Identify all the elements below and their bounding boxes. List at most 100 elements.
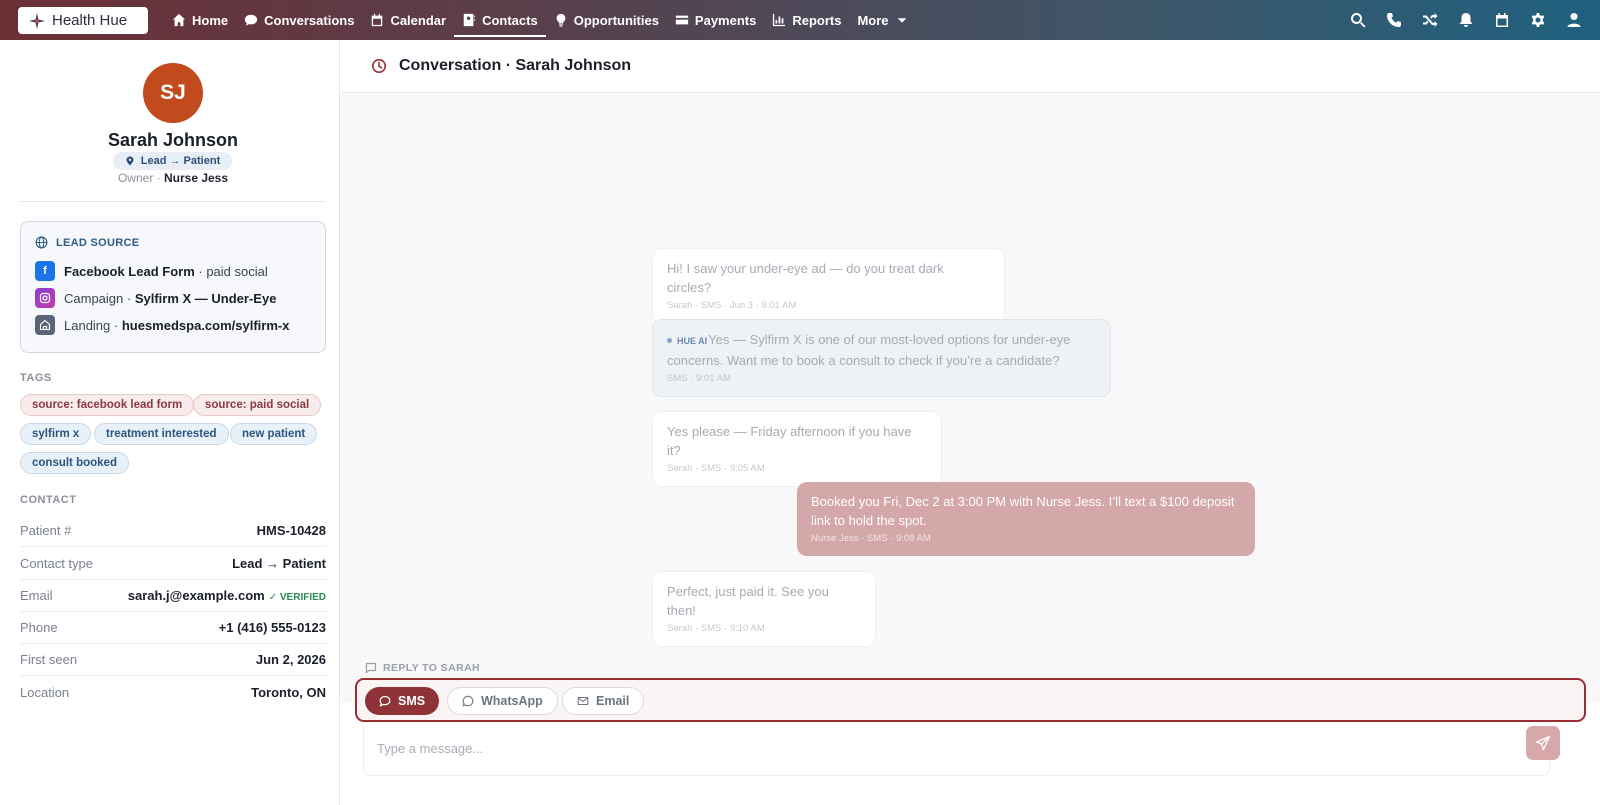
nav-conversations[interactable]: Conversations [236, 0, 362, 40]
nav-opportunities-label: Opportunities [573, 12, 659, 28]
tag[interactable]: sylfirm x [20, 423, 92, 445]
calendar-button[interactable] [1494, 12, 1510, 28]
notifications-button[interactable] [1458, 12, 1474, 28]
main-nav: Home Conversations Calendar Contacts Opp… [164, 0, 917, 40]
search-icon [1350, 13, 1366, 28]
bell-icon [1459, 13, 1473, 27]
nav-conversations-label: Conversations [264, 12, 355, 28]
globe-icon [35, 236, 48, 249]
nav-home-label: Home [192, 12, 229, 28]
contact-row-value[interactable]: sarah.j@example.com [128, 588, 265, 603]
campaign-text: Campaign · Sylfirm X — Under-Eye [64, 290, 277, 306]
nav-calendar[interactable]: Calendar [362, 0, 454, 40]
channel-email-button[interactable]: Email [562, 687, 645, 715]
ai-label: HUE AI [677, 336, 708, 346]
reply-label-text: REPLY TO SARAH [383, 662, 481, 674]
lightbulb-icon [556, 13, 566, 27]
message-text: Perfect, just paid it. See you then! [667, 584, 829, 618]
channel-label: WhatsApp [481, 694, 543, 708]
message-text: Yes — Sylfirm X is one of our most-loved… [667, 332, 1071, 368]
contact-row-label: Contact type [20, 556, 93, 571]
app-logo[interactable]: Health Hue [18, 7, 148, 34]
nav-contacts[interactable]: Contacts [454, 0, 546, 40]
message-text: Yes please — Friday afternoon if you hav… [667, 424, 912, 458]
verified-badge: ✓ VERIFIED [268, 592, 326, 603]
channel-whatsapp-button[interactable]: WhatsApp [447, 687, 558, 715]
sms-icon [379, 695, 391, 707]
message-bubble-ai: HUE AIYes — Sylfirm X is one of our most… [652, 319, 1111, 397]
contact-row-value[interactable]: Jun 2, 2026 [256, 652, 326, 667]
contact-row-value[interactable]: Toronto, ON [251, 685, 326, 700]
profile-button[interactable] [1566, 12, 1582, 28]
contact-row-value[interactable]: HMS-10428 [257, 523, 326, 538]
contact-row-label: Patient # [20, 523, 72, 538]
contact-row-value[interactable]: +1 (416) 555-0123 [219, 620, 326, 635]
landing-page-icon [35, 315, 55, 335]
contact-panel: SJ Sarah Johnson Lead → Patient Owner · … [0, 40, 340, 805]
logo-icon [28, 12, 46, 29]
clock-icon [372, 59, 386, 73]
landing-text: Landing · huesmedspa.com/sylfirm-x [64, 317, 290, 333]
nav-contacts-label: Contacts [482, 12, 538, 28]
chat-icon [245, 14, 258, 26]
channel-sms-button[interactable]: SMS [365, 687, 440, 715]
contact-row-label: Email [20, 588, 53, 603]
divider [20, 201, 326, 202]
contact-row-label: Location [20, 684, 70, 700]
app-name: Health Hue [52, 12, 128, 29]
shuffle-button[interactable] [1422, 12, 1438, 28]
conversation-title: Conversation · Sarah Johnson [399, 57, 632, 74]
send-icon [1535, 735, 1551, 751]
phone-button[interactable] [1386, 12, 1402, 28]
shuffle-icon [1423, 13, 1438, 27]
contact-name: Sarah Johnson [107, 130, 239, 150]
phone-icon [1387, 13, 1401, 27]
credit-card-icon [675, 15, 689, 25]
message-text-container: HUE AIYes — Sylfirm X is one of our most… [667, 330, 1096, 370]
contact-row-value[interactable]: Lead → Patient [232, 556, 326, 571]
message-input[interactable]: Type a message... [363, 724, 1550, 776]
user-icon [1567, 13, 1581, 27]
message-thread[interactable]: Hi! I saw your under-eye ad — do you tre… [341, 93, 1600, 703]
contact-row-phone: Phone +1 (416) 555-0123 [20, 612, 326, 644]
contact-row-label: First seen [20, 652, 78, 667]
lead-source-title-text: LEAD SOURCE [56, 236, 140, 249]
tag[interactable]: treatment interested [94, 423, 229, 445]
conversation-header: Conversation · Sarah Johnson [341, 40, 1600, 93]
contact-owner: Owner · Nurse Jess [117, 171, 229, 185]
tag[interactable]: consult booked [20, 452, 129, 474]
contact-row-location: Location Toronto, ON [20, 676, 326, 708]
nav-payments[interactable]: Payments [667, 0, 764, 40]
nav-more[interactable]: More [849, 0, 916, 40]
location-pin-icon [126, 156, 134, 166]
message-bubble-incoming: Perfect, just paid it. See you then! Sar… [652, 571, 876, 647]
message-meta: Sarah · SMS · 9:05 AM [667, 463, 765, 474]
nav-opportunities[interactable]: Opportunities [546, 0, 667, 40]
top-nav-bar: Health Hue Home Conversations Calendar C… [0, 0, 1600, 40]
tag[interactable]: new patient [230, 423, 318, 445]
tag[interactable]: source: facebook lead form [20, 394, 195, 416]
conversation-panel: Conversation · Sarah Johnson Hi! I saw y… [341, 40, 1600, 805]
message-bubble-incoming: Yes please — Friday afternoon if you hav… [652, 411, 942, 487]
reply-label: REPLY TO SARAH [365, 662, 480, 674]
nav-payments-label: Payments [694, 12, 757, 28]
campaign-row: Campaign · Sylfirm X — Under-Eye [35, 288, 276, 308]
comment-icon [365, 662, 377, 674]
message-text: Hi! I saw your under-eye ad — do you tre… [667, 261, 944, 295]
send-button[interactable] [1526, 726, 1560, 760]
nav-home[interactable]: Home [164, 0, 236, 40]
settings-button[interactable] [1530, 12, 1546, 28]
owner-name[interactable]: Nurse Jess [164, 171, 228, 185]
tag[interactable]: source: paid social [193, 394, 322, 416]
contact-row-type: Contact type Lead → Patient [20, 548, 326, 580]
search-button[interactable] [1350, 12, 1366, 28]
whatsapp-icon [462, 695, 474, 707]
message-bubble-outgoing: Booked you Fri, Dec 2 at 3:00 PM with Nu… [797, 482, 1255, 556]
landing-row: Landing · huesmedspa.com/sylfirm-x [35, 315, 289, 335]
nav-reports[interactable]: Reports [764, 0, 849, 40]
contact-row-first-seen: First seen Jun 2, 2026 [20, 644, 326, 676]
lead-source-text: Facebook Lead Form · paid social [64, 263, 268, 279]
nav-reports-label: Reports [792, 12, 842, 28]
avatar: SJ [143, 63, 203, 123]
contact-title: CONTACT [20, 494, 77, 506]
